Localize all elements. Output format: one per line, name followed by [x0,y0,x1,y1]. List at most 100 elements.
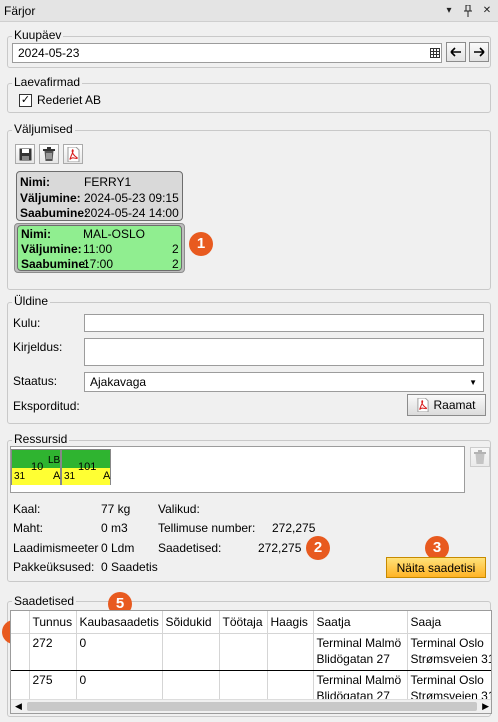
card-name-label: Nimi: [21,227,51,241]
card-arrival-label: Saabumine: [21,257,90,271]
card-departure-label: Väljumine: [21,242,82,256]
general-group-label: Üldine [12,294,51,308]
shipments-group-label: Saadetised [12,594,77,608]
window-title: Färjor [4,3,36,18]
cost-label: Kulu: [13,316,41,330]
column-header[interactable]: Haagis [267,611,314,634]
status-value: Ajakavaga [90,375,147,389]
shipments-table[interactable]: Tunnus Kaubasaadetis Sõidukid Töötaja Ha… [10,610,492,714]
cell-employee [219,633,268,671]
card-departure-time: 11:00 [83,242,113,256]
scrollbar-thumb[interactable] [27,702,477,711]
card-departure-count: 2 [172,242,179,256]
resource-tile-bottom-right: A [53,470,61,482]
card-name: MAL-OSLO [83,227,146,241]
date-input[interactable]: 2024-05-23 [12,43,442,63]
calendar-button[interactable] [427,43,442,63]
options-label: Valikud: [158,502,200,516]
dropdown-icon[interactable]: ▾ [441,3,457,19]
column-header[interactable]: Tunnus [29,611,77,634]
column-header[interactable]: Saatja [313,611,408,634]
order-number-label: Tellimuse number: [158,521,256,535]
delete-button[interactable] [39,144,59,164]
pdf-icon [67,146,79,162]
resource-tile-number: 10 [31,461,44,473]
card-departure-label: Väljumine: [20,191,81,205]
resource-tile[interactable]: 10 LB 31 A [11,449,61,485]
card-arrival-time: 2024-05-24 14:00 [84,206,179,220]
chevron-down-icon: ▼ [469,378,477,387]
show-shipments-button[interactable]: Näita saadetisi [386,557,486,578]
card-name-label: Nimi: [20,175,50,189]
table-header-row: Tunnus Kaubasaadetis Sõidukid Töötaja Ha… [11,611,491,634]
column-header[interactable]: Saaja [407,611,491,634]
loadmeter-value: 0 Ldm [101,541,135,555]
close-icon[interactable]: ✕ [479,3,495,19]
shipments-label: Saadetised: [158,541,222,555]
save-icon [19,148,31,160]
departure-card-ferry1[interactable]: Nimi: FERRY1 Väljumine: 2024-05-23 09:15… [16,171,183,221]
cell-vehicles [162,633,220,671]
resource-tile[interactable]: 101 31 A [61,449,111,485]
capacity-label: Maht: [13,521,44,535]
row-header-corner [11,611,30,634]
pdf-icon [417,398,430,412]
next-date-button[interactable] [469,42,489,62]
resource-tile-number: 101 [78,461,97,473]
title-bar: Färjor ▾ ✕ [0,0,498,22]
cost-input[interactable] [84,314,484,332]
cell-receiver: Terminal OsloStrømsveien 318 [407,633,491,671]
column-header[interactable]: Töötaja [219,611,268,634]
table-row[interactable]: 272 0 Terminal Malmö Blidögatan 27 Termin… [11,633,491,671]
cell-id: 272 [29,633,77,671]
capacity-value: 0 m3 [101,521,128,535]
weight-value: 77 kg [101,502,131,516]
row-header[interactable] [11,633,30,671]
arrow-right-icon [474,47,485,57]
export-pdf-button[interactable] [63,144,83,164]
calendar-icon [429,48,440,58]
cell-goods: 0 [76,633,163,671]
report-button-label: Raamat [433,398,476,412]
scroll-left-icon[interactable]: ◀ [15,701,22,712]
description-input[interactable] [84,338,484,366]
card-arrival-count: 2 [172,257,179,271]
trash-icon [43,147,55,161]
previous-date-button[interactable] [446,42,466,62]
date-group-label: Kuupäev [12,28,64,42]
resources-group-label: Ressursid [12,432,70,446]
arrow-left-icon [450,47,461,57]
loadmeter-label: Laadimismeeter [13,541,99,555]
shipments-value: 272,275 [258,541,302,555]
cell-trailer [267,633,314,671]
card-departure-time: 2024-05-23 09:15 [84,191,179,205]
cell-sender: Terminal Malmö Blidögatan 27 [313,633,408,671]
order-number-value: 272,275 [272,521,316,535]
horizontal-scrollbar[interactable]: ◀ ▶ [11,699,491,713]
card-name: FERRY1 [84,175,132,189]
trash-icon [474,450,486,464]
status-select[interactable]: Ajakavaga ▼ [84,372,484,392]
description-label: Kirjeldus: [13,340,63,354]
resource-tile-bottom-right: A [103,470,111,482]
departure-card-mal-oslo-inner[interactable]: Nimi: MAL-OSLO Väljumine: 11:00 2 Saabum… [17,225,182,271]
shipping-company-group-label: Laevafirmad [12,75,83,89]
packages-label: Pakkeüksused: [13,560,95,574]
scroll-right-icon[interactable]: ▶ [482,701,489,712]
save-button[interactable] [15,144,35,164]
column-header[interactable]: Sõidukid [162,611,220,634]
callout-badge-2: 2 [306,536,330,560]
delete-resource-button[interactable] [470,447,490,467]
departures-group-label: Väljumised [12,122,75,136]
resource-tile-bottom-left: 31 [14,471,26,482]
status-label: Staatus: [13,374,58,388]
column-header[interactable]: Kaubasaadetis [76,611,163,634]
card-arrival-time: 17:00 [83,257,114,271]
exported-label: Eksporditud: [13,399,80,413]
card-arrival-label: Saabumine: [20,206,89,220]
report-button[interactable]: Raamat [407,394,486,416]
pin-icon[interactable] [460,3,476,19]
weight-label: Kaal: [13,502,41,516]
company-checkbox[interactable]: ✓ [19,94,32,107]
packages-value: 0 Saadetis [101,560,158,574]
